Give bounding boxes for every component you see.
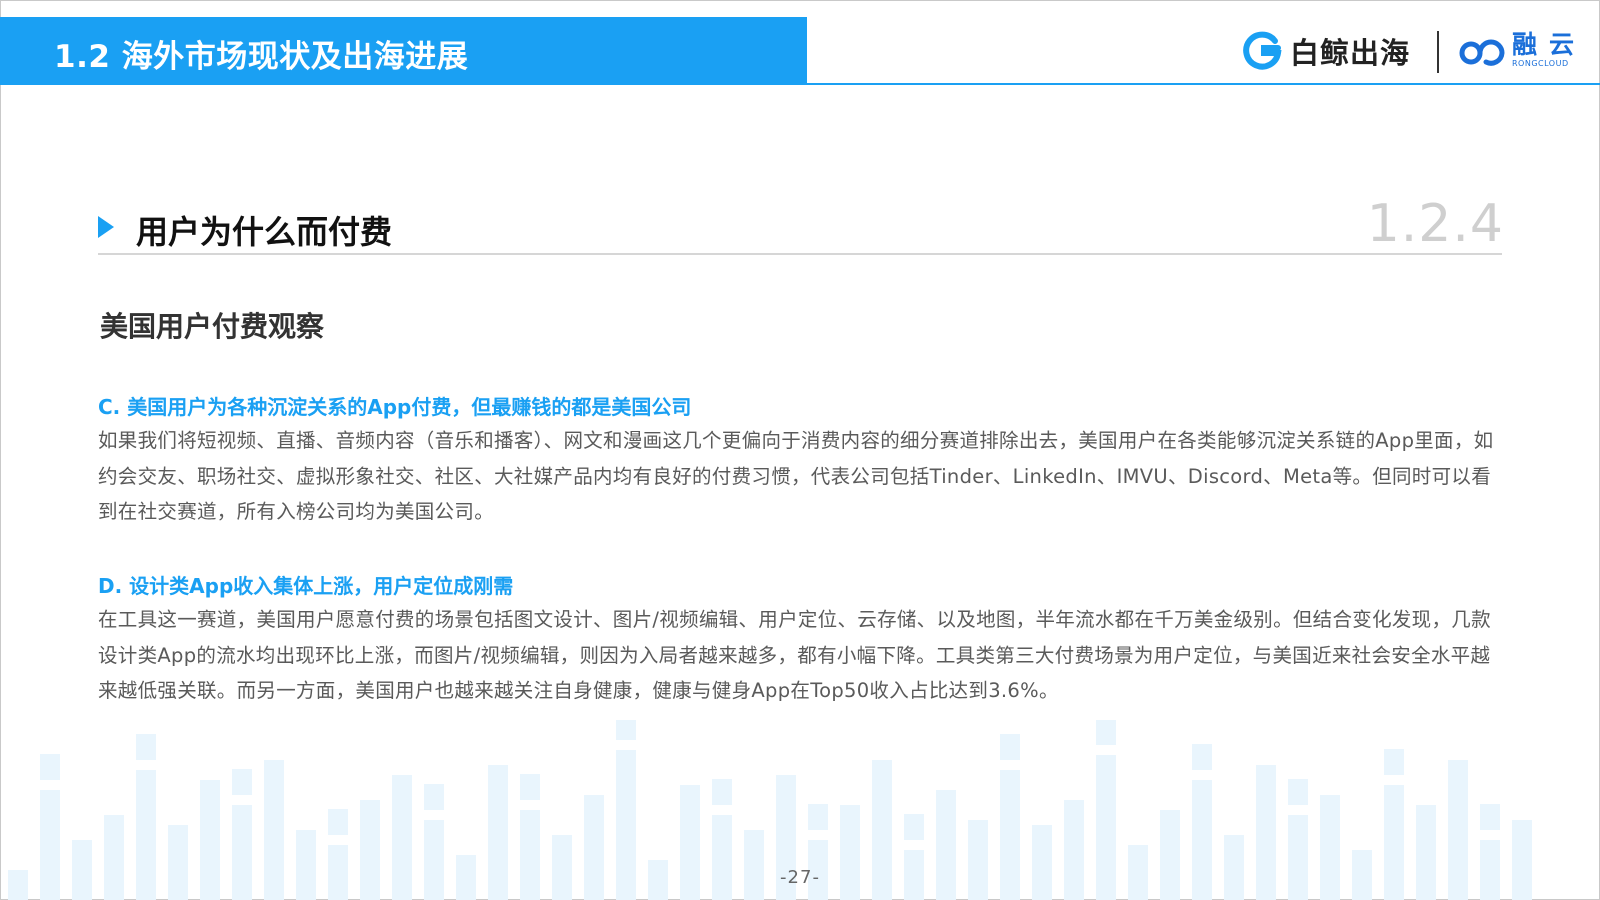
rongcloud-logo-icon (1459, 39, 1505, 66)
decorative-bar (168, 825, 188, 900)
decorative-bar-cap (1000, 734, 1020, 760)
baijing-logo-text: 白鲸出海 (1290, 36, 1411, 70)
decorative-bar (1512, 820, 1532, 900)
decorative-bar-cap (40, 754, 60, 780)
rongcloud-logo-text: 融云 (1512, 30, 1587, 59)
block-heading: D. 设计类App收入集体上涨，用户定位成刚需 (98, 574, 514, 598)
decorative-bar-cap (1096, 720, 1116, 745)
decorative-bar-cap (1384, 749, 1404, 775)
block-body: 如果我们将短视频、直播、音频内容（音乐和播客）、网文和漫画这几个更偏向于消费内容… (98, 429, 1494, 523)
block-heading: C. 美国用户为各种沉淀关系的App付费，但最赚钱的都是美国公司 (98, 395, 692, 419)
rongcloud-logo: 融云 RONGCLOUD (1458, 32, 1586, 68)
section-divider (98, 253, 1502, 255)
logo-divider (1437, 31, 1439, 73)
decorative-bar (1032, 825, 1052, 900)
content-block-c: C. 美国用户为各种沉淀关系的App付费，但最赚钱的都是美国公司 如果我们将短视… (98, 392, 1508, 530)
decorative-bar (424, 820, 444, 900)
page-number: -27- (780, 867, 820, 888)
header-underline (0, 83, 1600, 85)
content-block-d: D. 设计类App收入集体上涨，用户定位成刚需 在工具这一赛道，美国用户愿意付费… (98, 571, 1508, 709)
baijing-logo-icon (1243, 31, 1282, 70)
decorative-bar (968, 820, 988, 900)
decorative-bar-cap (232, 769, 252, 795)
header-title: 1.2 海外市场现状及出海进展 (54, 39, 469, 75)
decorative-bar-cap (328, 809, 348, 835)
subtitle: 美国用户付费观察 (100, 310, 325, 343)
decorative-bar-cap (616, 720, 636, 740)
decorative-bar-cap (808, 804, 828, 830)
block-body: 在工具这一赛道，美国用户愿意付费的场景包括图文设计、图片/视频编辑、用户定位、云… (98, 608, 1491, 702)
section-arrow-icon (98, 216, 114, 238)
decorative-bar-cap (712, 779, 732, 805)
decorative-bar-cap (520, 774, 540, 800)
decorative-bar-cap (136, 734, 156, 760)
rongcloud-logo-subtext: RONGCLOUD (1512, 59, 1569, 68)
decorative-bar-cap (424, 784, 444, 810)
baijing-logo: 白鲸出海 (1242, 30, 1410, 72)
decorative-bar (296, 830, 316, 900)
section-title: 用户为什么而付费 (136, 213, 393, 251)
decorative-bar (744, 830, 764, 900)
decorative-bar-cap (1288, 779, 1308, 805)
decorative-bar-cap (1192, 744, 1212, 770)
decorative-bar-cap (1480, 804, 1500, 830)
decorative-bar-cap (904, 814, 924, 840)
section-number: 1.2.4 (1366, 194, 1504, 254)
